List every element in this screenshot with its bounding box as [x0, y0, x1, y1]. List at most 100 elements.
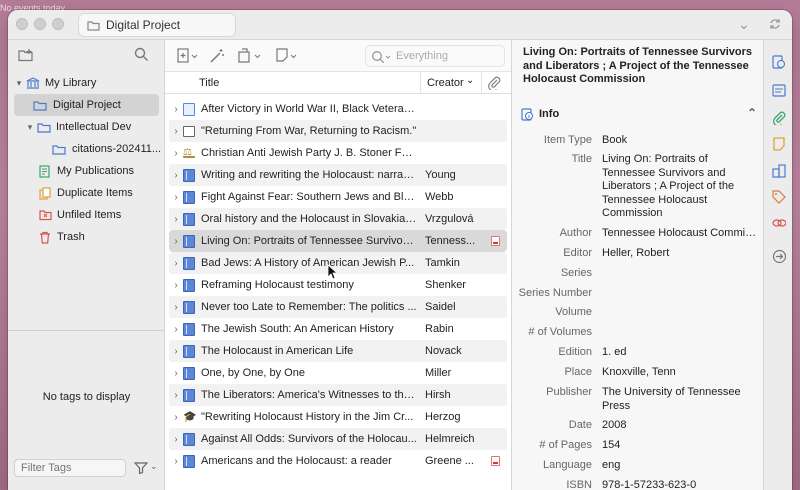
magic-wand-icon[interactable]	[209, 48, 225, 64]
field-value[interactable]: 2008	[602, 419, 758, 433]
close-window-button[interactable]	[16, 18, 28, 30]
new-collection-icon[interactable]	[18, 48, 34, 62]
table-row[interactable]: › Writing and rewriting the Holocaust: na…	[169, 164, 507, 186]
tree-item-unfiled-items[interactable]: Unfiled Items	[8, 204, 165, 226]
expand-row-icon[interactable]: ›	[169, 368, 183, 379]
expand-row-icon[interactable]: ›	[169, 126, 183, 137]
item-creator: Tamkin	[425, 257, 460, 269]
chevron-up-icon[interactable]: ⌃	[747, 106, 757, 120]
table-row[interactable]: › Bad Jews: A History of American Jewish …	[169, 252, 507, 274]
expand-row-icon[interactable]: ›	[169, 192, 183, 203]
table-row[interactable]: › "Returning From War, Returning to Racis…	[169, 120, 507, 142]
expand-row-icon[interactable]: ›	[169, 170, 183, 181]
add-attachment-icon[interactable]	[237, 48, 263, 64]
expand-row-icon[interactable]: ›	[169, 324, 183, 335]
tree-item-my-library[interactable]: ▾ My Library	[8, 72, 165, 94]
table-row[interactable]: › Americans and the Holocaust: a reader Gr…	[169, 450, 507, 472]
field-value[interactable]: Knoxville, Tenn	[602, 366, 758, 380]
info-nav-icon[interactable]	[772, 55, 786, 69]
column-divider[interactable]	[420, 72, 421, 94]
table-row[interactable]: › Never too Late to Remember: The politic…	[169, 296, 507, 318]
attachment-slot	[491, 258, 501, 268]
field-value[interactable]: 978-1-57233-623-0	[602, 479, 758, 490]
search-icon[interactable]	[134, 47, 149, 62]
expand-row-icon[interactable]: ›	[169, 148, 183, 159]
field-value[interactable]: 154	[602, 439, 758, 453]
expand-row-icon[interactable]: ›	[169, 412, 183, 423]
table-row[interactable]: › 🎓 "Rewriting Holocaust History in the Ji…	[169, 406, 507, 428]
filter-icon[interactable]	[134, 462, 148, 474]
new-item-icon[interactable]	[177, 48, 199, 64]
related-nav-icon[interactable]	[772, 216, 786, 230]
table-row[interactable]: › Reframing Holocaust testimony Shenker	[169, 274, 507, 296]
minimize-window-button[interactable]	[34, 18, 46, 30]
search-field[interactable]: Everything	[365, 45, 505, 67]
expand-row-icon[interactable]: ›	[169, 258, 183, 269]
table-row[interactable]: › The Jewish South: An American History Ra…	[169, 318, 507, 340]
expand-row-icon[interactable]: ›	[169, 280, 183, 291]
expand-row-icon[interactable]: ›	[169, 214, 183, 225]
pdf-attachment-icon[interactable]	[491, 236, 501, 246]
tag-selector: No tags to display ⌄	[8, 330, 165, 490]
tags-nav-icon[interactable]	[772, 190, 786, 204]
column-header-title[interactable]: Title	[199, 77, 219, 89]
tree-item-duplicate-items[interactable]: Duplicate Items	[8, 182, 165, 204]
expand-row-icon[interactable]: ›	[169, 390, 183, 401]
pdf-attachment-icon[interactable]	[491, 456, 501, 466]
field-value[interactable]: eng	[602, 459, 758, 473]
column-divider[interactable]	[481, 72, 482, 94]
expand-row-icon[interactable]: ›	[169, 104, 183, 115]
table-row[interactable]: › ⚖ Christian Anti Jewish Party J. B. Ston…	[169, 142, 507, 164]
sync-icon[interactable]	[768, 17, 782, 31]
twisty-icon[interactable]: ▾	[14, 78, 24, 89]
table-row[interactable]: › One, by One, by One Miller	[169, 362, 507, 384]
table-row[interactable]: › Against All Odds: Survivors of the Holo…	[169, 428, 507, 450]
field-value[interactable]: Tennessee Holocaust Commis...	[602, 227, 758, 241]
item-title: "Returning From War, Returning to Racism…	[201, 125, 417, 137]
expand-row-icon[interactable]: ›	[169, 236, 183, 247]
table-row[interactable]: › After Victory in World War II, Black Ve…	[169, 98, 507, 120]
chevron-down-icon[interactable]: ⌄	[466, 75, 474, 86]
field-value[interactable]: The University of Tennessee Press	[602, 386, 758, 413]
book-icon	[183, 366, 195, 380]
table-row[interactable]: › The Holocaust in American Life Novack	[169, 340, 507, 362]
column-header-creator[interactable]: Creator	[427, 77, 464, 89]
table-row[interactable]: › Living On: Portraits of Tennessee Survi…	[169, 230, 507, 252]
new-note-icon[interactable]	[275, 48, 299, 64]
no-tags-message: No tags to display	[42, 391, 131, 403]
table-row[interactable]: › Oral history and the Holocaust in Slova…	[169, 208, 507, 230]
field-value[interactable]: Living On: Portraits of Tennessee Surviv…	[602, 153, 758, 221]
tree-item-digital-project[interactable]: Digital Project	[14, 94, 159, 116]
attachments-nav-icon[interactable]	[772, 111, 786, 125]
filter-tags-input[interactable]	[14, 459, 126, 477]
abstract-nav-icon[interactable]	[772, 84, 786, 98]
field-label: Item Type	[543, 134, 592, 146]
tree-item-trash[interactable]: Trash	[8, 226, 165, 248]
info-section-header[interactable]: Info ⌃	[521, 104, 757, 124]
expand-row-icon[interactable]: ›	[169, 434, 183, 445]
expand-row-icon[interactable]: ›	[169, 456, 183, 467]
tree-item-my-publications[interactable]: My Publications	[8, 160, 165, 182]
library-tab[interactable]: Digital Project	[78, 13, 236, 37]
table-row[interactable]: › Fight Against Fear: Southern Jews and B…	[169, 186, 507, 208]
tree-item-intellectual-dev[interactable]: ▾ Intellectual Dev	[8, 116, 165, 138]
paperclip-icon[interactable]	[487, 76, 501, 90]
table-row[interactable]: › The Liberators: America's Witnesses to …	[169, 384, 507, 406]
notes-nav-icon[interactable]	[772, 137, 786, 151]
attachment-slot	[491, 148, 501, 158]
field-value[interactable]: 1. ed	[602, 346, 758, 360]
library-icon	[26, 77, 40, 89]
tree-item-citations[interactable]: citations-202411...	[8, 138, 165, 160]
item-title: Against All Odds: Survivors of the Holoc…	[201, 433, 417, 445]
zoom-window-button[interactable]	[52, 18, 64, 30]
expand-row-icon[interactable]: ›	[169, 346, 183, 357]
twisty-icon[interactable]: ▾	[25, 122, 35, 133]
field-value[interactable]: Book	[602, 134, 758, 148]
item-creator: Hirsh	[425, 389, 451, 401]
locate-icon[interactable]	[772, 249, 786, 263]
chevron-down-icon[interactable]: ⌄	[738, 16, 750, 33]
expand-row-icon[interactable]: ›	[169, 302, 183, 313]
field-value[interactable]: Heller, Robert	[602, 247, 758, 261]
libraries-collections-nav-icon[interactable]	[772, 164, 786, 178]
chevron-down-icon[interactable]: ⌄	[150, 461, 158, 472]
